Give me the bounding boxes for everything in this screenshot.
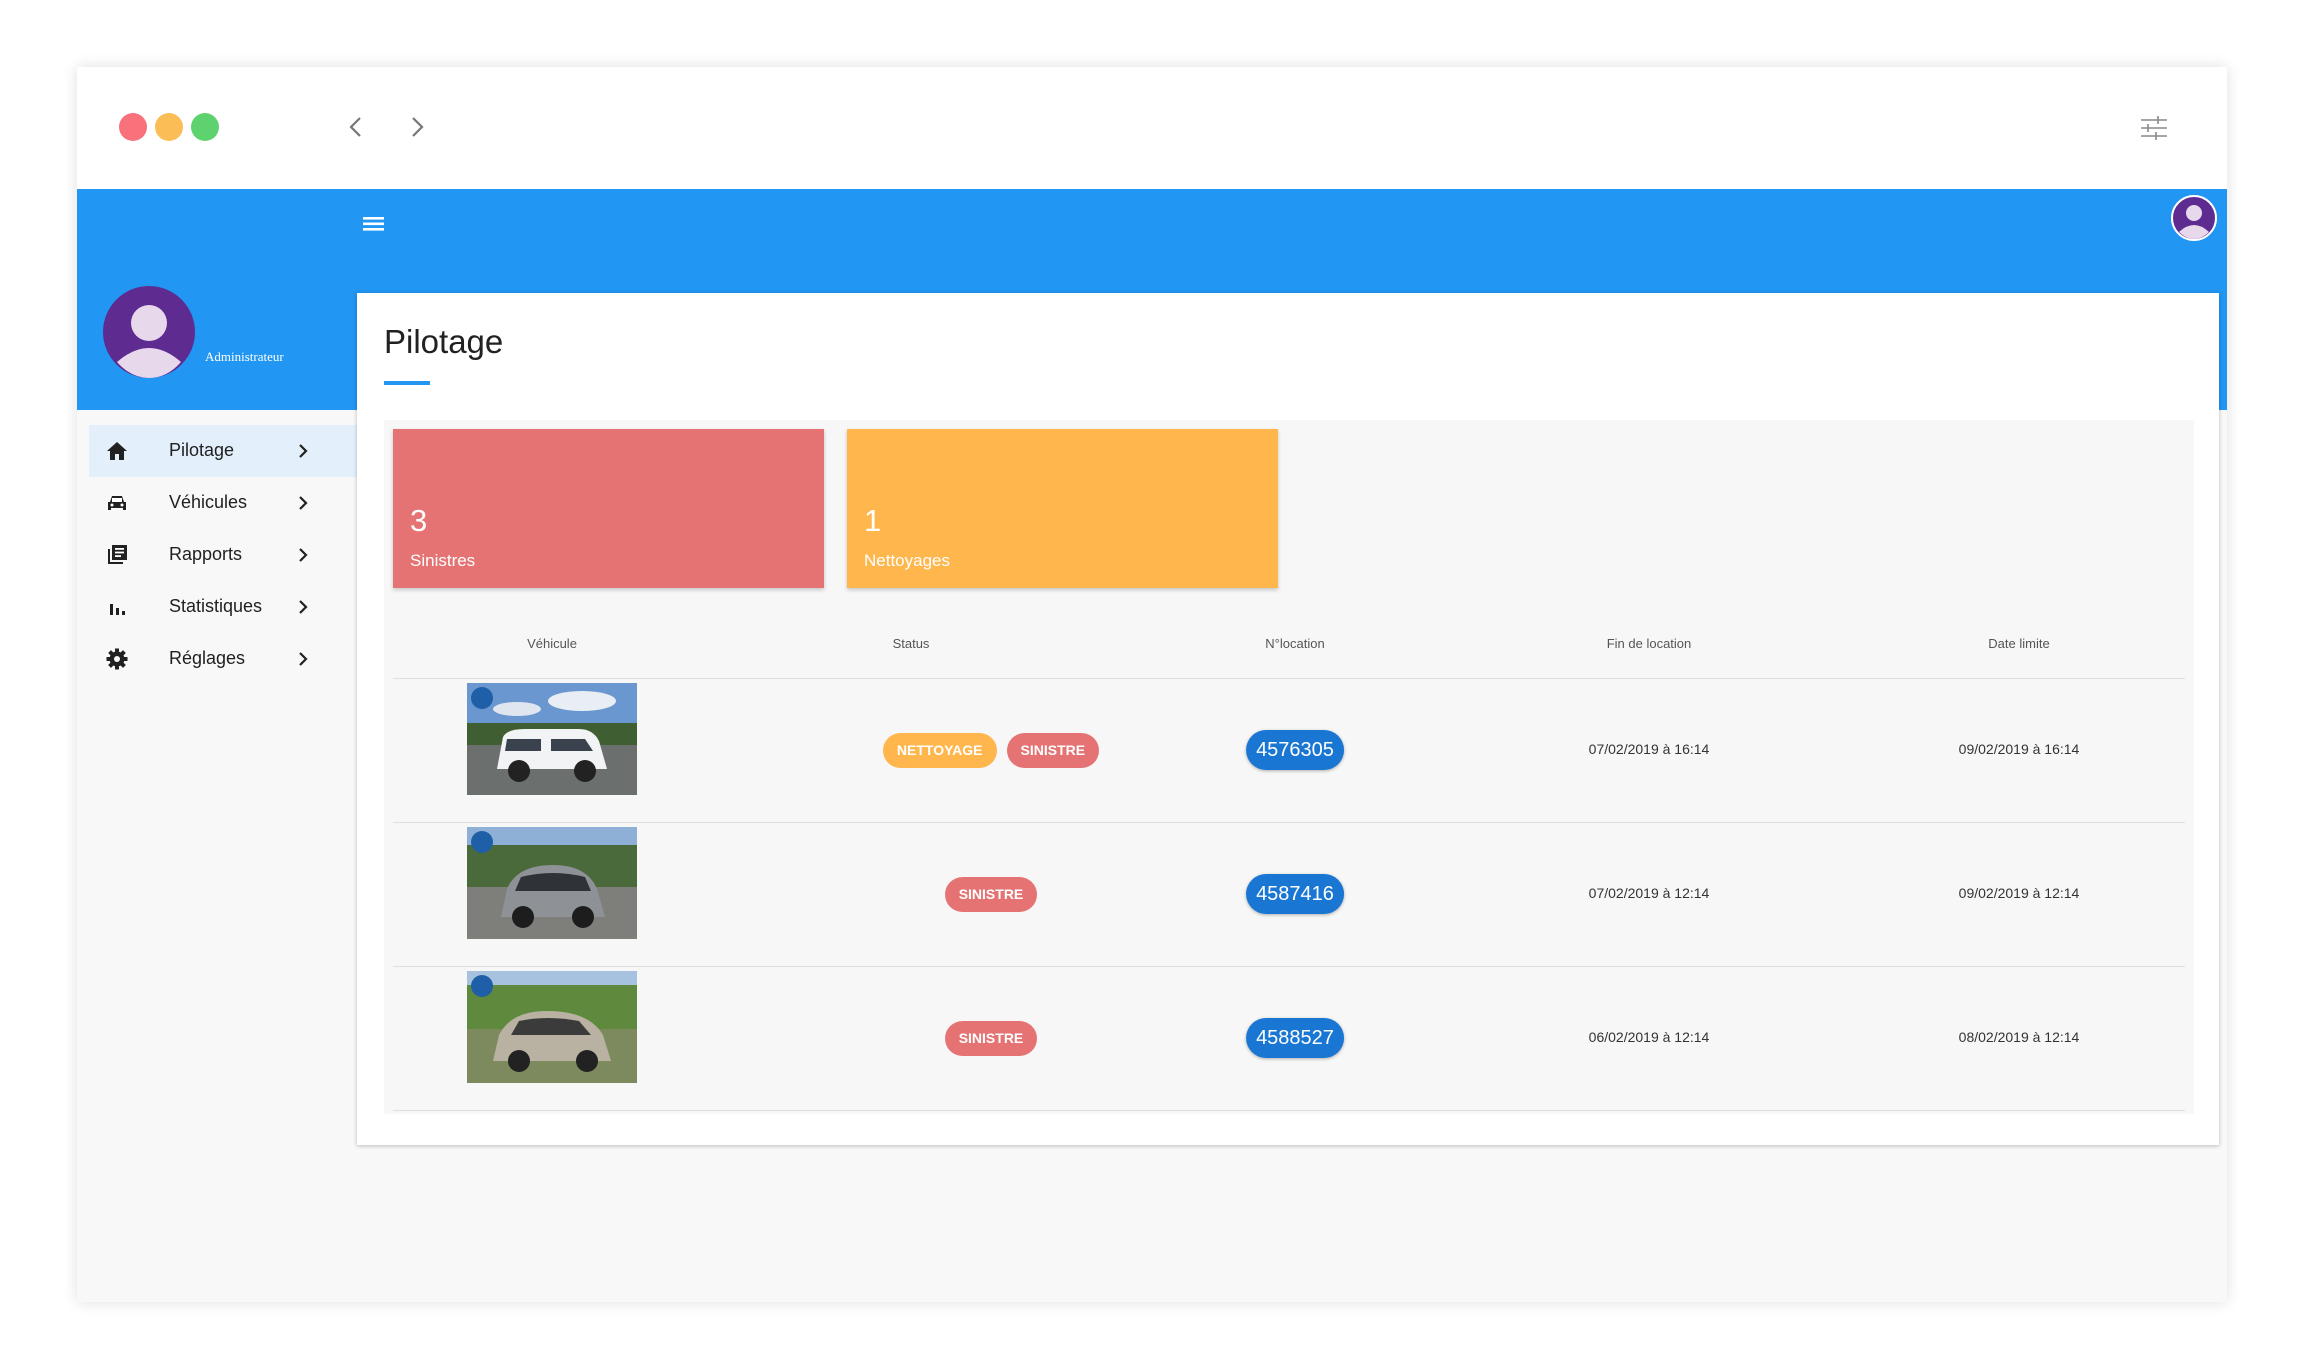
user-avatar-icon[interactable] xyxy=(2171,195,2217,241)
profile-avatar xyxy=(103,286,195,378)
table-header: Véhicule Status N°location Fin de locati… xyxy=(393,636,2185,666)
home-icon xyxy=(105,439,129,463)
location-number-chip[interactable]: 4576305 xyxy=(1246,730,1344,770)
status-badges: SINISTRE xyxy=(830,877,1152,912)
maximize-window-button[interactable] xyxy=(191,113,219,141)
window-titlebar xyxy=(77,67,2227,189)
vehicle-thumbnail xyxy=(467,971,637,1083)
column-header-fin-de-location[interactable]: Fin de location xyxy=(1607,636,1692,651)
library-icon xyxy=(105,543,129,567)
status-badges: NETTOYAGE SINISTRE xyxy=(830,733,1152,768)
chevron-right-icon xyxy=(293,441,313,461)
chevron-right-icon xyxy=(293,597,313,617)
stat-card-nettoyages[interactable]: 1 Nettoyages xyxy=(847,429,1278,588)
sliders-icon[interactable] xyxy=(2139,113,2169,143)
chevron-right-icon xyxy=(293,649,313,669)
rental-end-date: 06/02/2019 à 12:14 xyxy=(1588,1029,1710,1045)
hamburger-menu-icon[interactable] xyxy=(359,209,389,239)
bar-chart-icon xyxy=(105,595,129,619)
deadline-date: 08/02/2019 à 12:14 xyxy=(1958,1029,2080,1045)
deadline-date: 09/02/2019 à 12:14 xyxy=(1958,885,2080,901)
column-header-status[interactable]: Status xyxy=(893,636,930,651)
status-badge-sinistre: SINISTRE xyxy=(944,877,1038,912)
status-badges: SINISTRE xyxy=(830,1021,1152,1056)
stat-value: 1 xyxy=(864,503,882,538)
sidebar-item-label: Réglages xyxy=(169,648,246,668)
dashboard-content: 3 Sinistres 1 Nettoyages Véhicule Status… xyxy=(384,420,2194,1114)
main-card: Pilotage 3 Sinistres 1 Nettoyages Véhicu… xyxy=(357,293,2219,1145)
chevron-right-icon xyxy=(293,493,313,513)
table-row[interactable]: SINISTRE 4587416 07/02/2019 à 12:14 09/0… xyxy=(393,823,2185,967)
page-title: Pilotage xyxy=(384,323,504,360)
forward-arrow-icon[interactable] xyxy=(403,113,431,141)
rental-end-date: 07/02/2019 à 12:14 xyxy=(1588,885,1710,901)
stat-label: Sinistres xyxy=(410,551,476,570)
app-window: Administrateur Pilotage Véhicules Rappor… xyxy=(77,67,2227,1302)
table-row[interactable]: NETTOYAGE SINISTRE 4576305 07/02/2019 à … xyxy=(393,679,2185,823)
column-header-date-limite[interactable]: Date limite xyxy=(1988,636,2049,651)
sidebar-item-label: Statistiques xyxy=(169,596,263,616)
column-header-vehicule[interactable]: Véhicule xyxy=(527,636,577,651)
table-row[interactable]: SINISTRE 4588527 06/02/2019 à 12:14 08/0… xyxy=(393,967,2185,1111)
close-window-button[interactable] xyxy=(119,113,147,141)
status-badge-sinistre: SINISTRE xyxy=(1006,733,1100,768)
vehicle-thumbnail xyxy=(467,683,637,795)
stat-value: 3 xyxy=(410,503,428,538)
user-role-label: Administrateur xyxy=(205,349,284,364)
sidebar-item-label: Pilotage xyxy=(169,440,235,460)
minimize-window-button[interactable] xyxy=(155,113,183,141)
rental-end-date: 07/02/2019 à 16:14 xyxy=(1588,741,1710,757)
location-number-chip[interactable]: 4588527 xyxy=(1246,1018,1344,1058)
stat-label: Nettoyages xyxy=(864,551,950,570)
car-icon xyxy=(105,491,129,515)
status-badge-nettoyage: NETTOYAGE xyxy=(882,733,997,768)
back-arrow-icon[interactable] xyxy=(342,113,370,141)
chevron-right-icon xyxy=(293,545,313,565)
column-header-location[interactable]: N°location xyxy=(1265,636,1324,651)
stat-card-sinistres[interactable]: 3 Sinistres xyxy=(393,429,824,588)
deadline-date: 09/02/2019 à 16:14 xyxy=(1958,741,2080,757)
sidebar-item-label: Rapports xyxy=(169,544,243,564)
location-number-chip[interactable]: 4587416 xyxy=(1246,874,1344,914)
status-badge-sinistre: SINISTRE xyxy=(944,1021,1038,1056)
gear-icon xyxy=(105,647,129,671)
sidebar-item-label: Véhicules xyxy=(169,492,248,512)
vehicle-thumbnail xyxy=(467,827,637,939)
title-underline xyxy=(384,381,430,385)
